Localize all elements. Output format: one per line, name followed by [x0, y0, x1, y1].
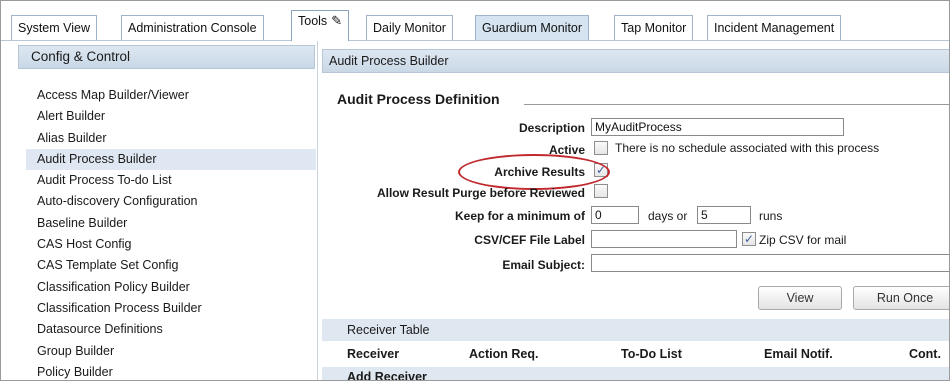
active-note: There is no schedule associated with thi…	[615, 141, 880, 155]
allow-purge-label: Allow Result Purge before Reviewed	[376, 186, 585, 200]
tab-system-view[interactable]: System View	[11, 15, 98, 40]
column-receiver: Receiver	[347, 347, 400, 361]
keep-minimum-label: Keep for a minimum of	[454, 209, 585, 223]
highlight-oval	[458, 154, 610, 190]
column-action-req: Action Req.	[469, 347, 539, 361]
tab-tools[interactable]: Tools ✎	[291, 10, 350, 41]
email-subject-input[interactable]	[591, 254, 949, 272]
tab-tap-monitor[interactable]: Tap Monitor	[614, 15, 694, 40]
tab-label: Tap Monitor	[621, 21, 687, 35]
app-window: System View Administration Console Tools…	[0, 0, 950, 381]
sidebar-item-policy-builder[interactable]: Policy Builder	[26, 362, 316, 380]
sidebar-item-access-map-builder[interactable]: Access Map Builder/Viewer	[26, 85, 316, 106]
sidebar-item-group-builder[interactable]: Group Builder	[26, 341, 316, 362]
tab-label: Administration Console	[128, 21, 257, 35]
column-email-notif: Email Notif.	[764, 347, 833, 361]
sidebar-list: Access Map Builder/Viewer Alert Builder …	[26, 85, 316, 380]
sidebar-item-baseline-builder[interactable]: Baseline Builder	[26, 213, 316, 234]
sidebar-item-cas-host-config[interactable]: CAS Host Config	[26, 234, 316, 255]
tab-label: Incident Management	[714, 21, 835, 35]
tab-label: Daily Monitor	[373, 21, 446, 35]
keep-days-input[interactable]	[591, 206, 639, 224]
sidebar-header: Config & Control	[18, 45, 315, 69]
pencil-icon: ✎	[331, 13, 343, 28]
section-title: Audit Process Definition	[337, 91, 500, 107]
description-label: Description	[518, 121, 585, 135]
tab-incident-management[interactable]: Incident Management	[707, 15, 842, 40]
add-receiver-bar[interactable]: Add Receiver	[322, 367, 949, 380]
column-todo-list: To-Do List	[621, 347, 682, 361]
sidebar-item-cas-template-set-config[interactable]: CAS Template Set Config	[26, 255, 316, 276]
section-divider	[524, 104, 949, 105]
days-or-text: days or	[648, 209, 688, 223]
panel-header: Audit Process Builder	[322, 49, 949, 73]
sidebar-item-classification-process-builder[interactable]: Classification Process Builder	[26, 298, 316, 319]
runs-text: runs	[759, 209, 783, 223]
sidebar-item-auto-discovery-configuration[interactable]: Auto-discovery Configuration	[26, 191, 316, 212]
sidebar-item-classification-policy-builder[interactable]: Classification Policy Builder	[26, 277, 316, 298]
receiver-table-bar: Receiver Table	[322, 319, 949, 341]
tab-label: Tools	[298, 14, 328, 28]
tab-guardium-monitor[interactable]: Guardium Monitor	[475, 15, 590, 40]
keep-runs-input[interactable]	[697, 206, 751, 224]
sidebar-item-alert-builder[interactable]: Alert Builder	[26, 106, 316, 127]
sidebar-item-datasource-definitions[interactable]: Datasource Definitions	[26, 319, 316, 340]
tab-daily-monitor[interactable]: Daily Monitor	[366, 15, 453, 40]
email-subject-label: Email Subject:	[502, 258, 585, 272]
zip-csv-label: Zip CSV for mail	[759, 233, 847, 247]
sidebar-item-alias-builder[interactable]: Alias Builder	[26, 128, 316, 149]
tab-bar: System View Administration Console Tools…	[1, 1, 949, 41]
tab-administration-console[interactable]: Administration Console	[121, 15, 264, 40]
csv-file-label: CSV/CEF File Label	[474, 233, 585, 247]
zip-csv-checkbox[interactable]: ✓	[742, 232, 756, 246]
sidebar-item-audit-process-builder[interactable]: Audit Process Builder	[26, 148, 316, 171]
sidebar: Config & Control Access Map Builder/View…	[1, 41, 318, 380]
tab-label: Guardium Monitor	[482, 21, 583, 35]
sidebar-item-audit-process-todo-list[interactable]: Audit Process To-do List	[26, 170, 316, 191]
allow-purge-checkbox[interactable]	[594, 184, 608, 198]
view-button[interactable]: View	[758, 286, 842, 310]
column-cont: Cont.	[909, 347, 941, 361]
run-once-button[interactable]: Run Once	[853, 286, 949, 310]
active-checkbox[interactable]	[594, 141, 608, 155]
description-input[interactable]	[591, 118, 844, 136]
tab-label: System View	[18, 21, 91, 35]
csv-file-label-input[interactable]	[591, 230, 737, 248]
